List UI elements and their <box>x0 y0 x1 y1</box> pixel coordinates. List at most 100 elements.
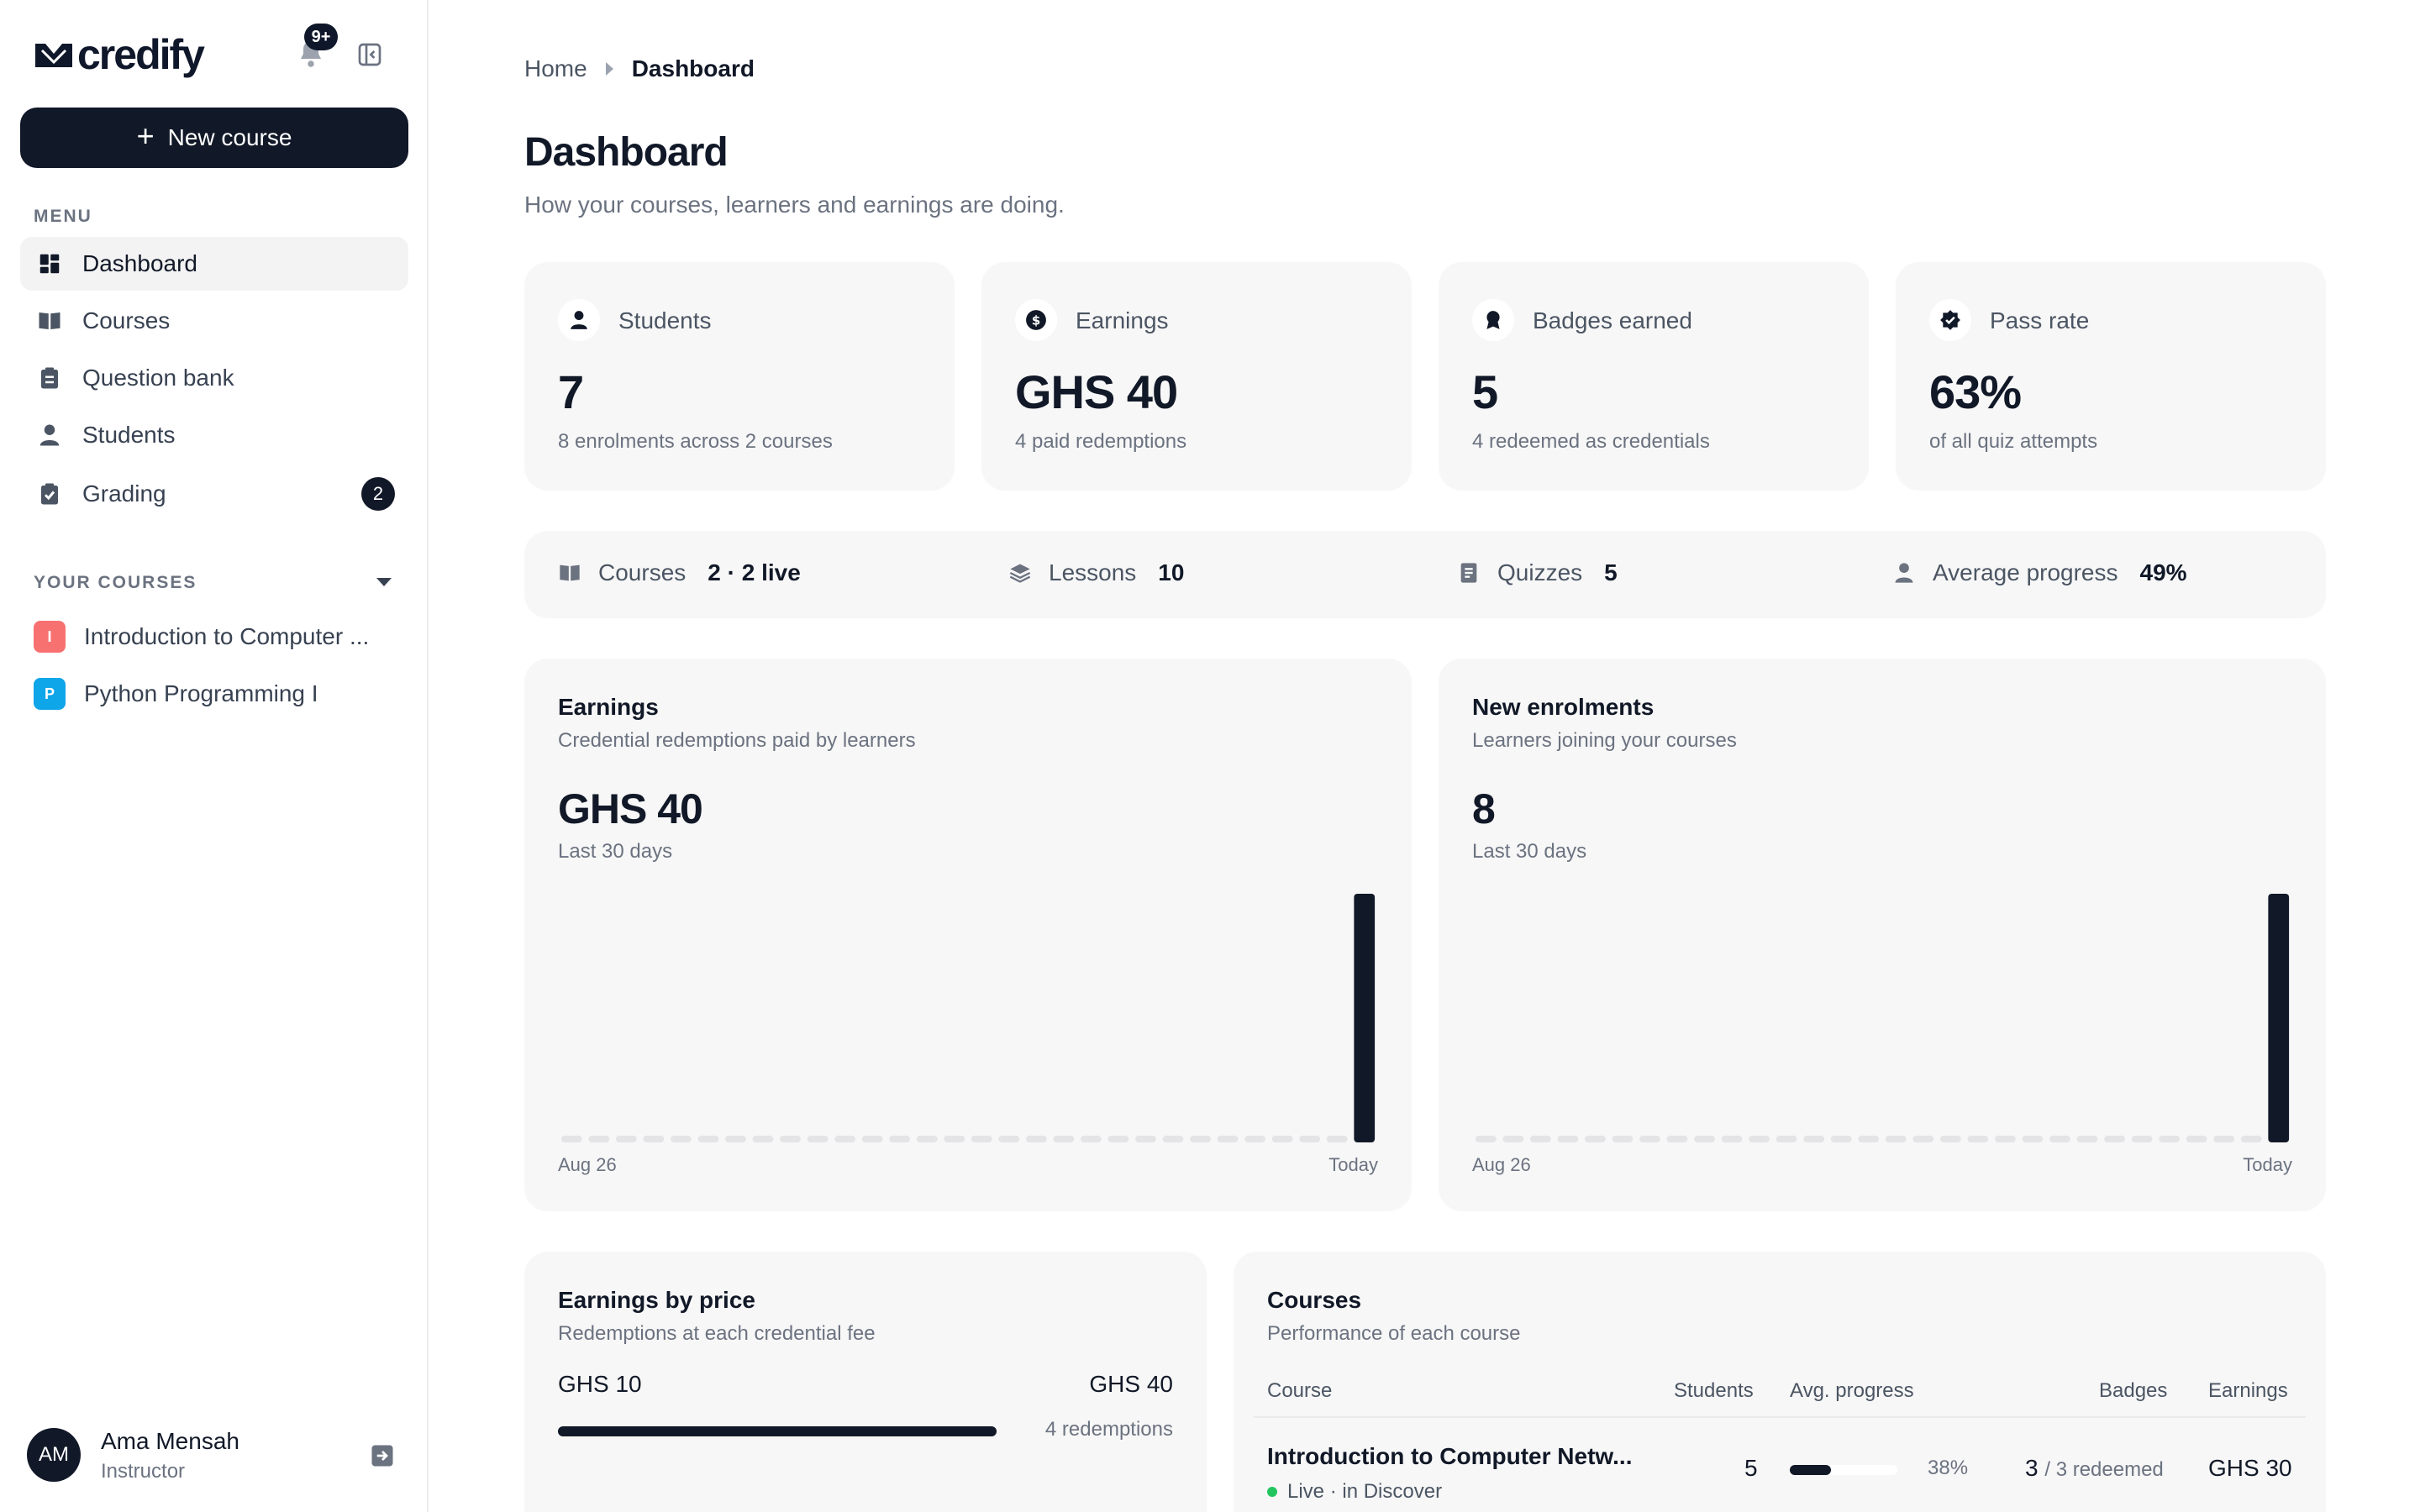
chart-bar <box>1053 1136 1075 1142</box>
panel-subtitle: Performance of each course <box>1267 1322 1521 1345</box>
user-profile[interactable]: AM Ama Mensah Instructor <box>27 1428 397 1485</box>
sidebar-item-students[interactable]: Students <box>20 408 408 462</box>
chart-bar <box>1830 1136 1852 1142</box>
chart-bar <box>944 1136 965 1142</box>
stat-value: GHS 40 <box>1015 365 1178 418</box>
sidebar: credify 9+ + New course MENU Dashboard C… <box>0 0 429 1512</box>
chart-bar <box>725 1136 746 1142</box>
chart-bar <box>643 1136 665 1142</box>
enrolments-total: 8 <box>1472 785 1496 832</box>
panel-range: Last 30 days <box>558 840 673 863</box>
plus-icon: + <box>136 118 155 153</box>
breadcrumb-home-link[interactable]: Home <box>524 55 587 82</box>
column-header-avg-progress[interactable]: Avg. progress <box>1790 1379 1914 1403</box>
chart-bar <box>2076 1136 2098 1142</box>
chart-bar <box>1885 1136 1907 1142</box>
row-badges-redeemed: / 3 redeemed <box>2044 1458 2164 1481</box>
chart-bar <box>2186 1136 2207 1142</box>
chart-bar <box>1081 1136 1102 1142</box>
sidebar-item-courses[interactable]: Courses <box>20 294 408 348</box>
chart-bar <box>1217 1136 1239 1142</box>
brand-logo[interactable]: credify <box>34 30 205 79</box>
svg-text:$: $ <box>1032 312 1041 328</box>
stat-subtext: of all quiz attempts <box>1929 430 2098 453</box>
sidebar-item-dashboard[interactable]: Dashboard <box>20 237 408 291</box>
sidebar-course-item[interactable]: P Python Programming I <box>34 674 403 714</box>
column-header-students[interactable]: Students <box>1674 1379 1754 1403</box>
summary-value: 10 <box>1158 559 1185 585</box>
chart-bar <box>2268 894 2290 1142</box>
earnings-chart-panel: Earnings Credential redemptions paid by … <box>524 659 1412 1211</box>
chevron-down-icon[interactable] <box>376 578 392 586</box>
panel-range: Last 30 days <box>1472 840 1587 863</box>
sidebar-course-label: Python Programming I <box>84 680 318 706</box>
chart-bar <box>1939 1136 1961 1142</box>
chart-bar <box>1912 1136 1934 1142</box>
row-progress-fill <box>1790 1465 1831 1475</box>
clipboard-check-icon <box>41 483 58 505</box>
chevron-right-icon <box>605 62 613 76</box>
chart-bar <box>861 1136 883 1142</box>
chart-bar <box>2049 1136 2070 1142</box>
sidebar-item-grading[interactable]: Grading 2 <box>20 467 408 521</box>
chart-bar <box>1135 1136 1156 1142</box>
collapse-sidebar-icon[interactable] <box>356 41 383 68</box>
sidebar-item-label: Courses <box>82 307 171 333</box>
dollar-icon: $ <box>1026 310 1046 330</box>
chart-bar <box>2159 1136 2180 1142</box>
avatar: AM <box>27 1428 81 1482</box>
sidebar-course-label: Introduction to Computer ... <box>84 623 370 649</box>
enrolments-chart-panel: New enrolments Learners joining your cou… <box>1439 659 2326 1211</box>
row-course-name[interactable]: Introduction to Computer Netw... <box>1267 1443 1632 1470</box>
price-total: GHS 40 <box>1089 1371 1173 1397</box>
chart-bar <box>1803 1136 1825 1142</box>
chart-bar <box>615 1136 637 1142</box>
user-name: Ama Mensah <box>101 1428 239 1454</box>
logout-icon[interactable] <box>370 1443 395 1468</box>
chart-bar <box>1749 1136 1770 1142</box>
chart-bar <box>560 1136 582 1142</box>
chart-bar <box>1475 1136 1497 1142</box>
breadcrumb-current: Dashboard <box>631 55 755 81</box>
sidebar-item-label: Dashboard <box>82 250 197 276</box>
x-axis-start-label: Aug 26 <box>558 1154 617 1175</box>
earnings-bar-chart <box>560 894 1376 1142</box>
stat-label: Badges earned <box>1533 307 1692 333</box>
chart-bar <box>1107 1136 1129 1142</box>
person-icon <box>1895 563 1913 583</box>
summary-item-average-progress: Average progress 49% <box>1892 559 2187 586</box>
stat-label: Pass rate <box>1990 307 2090 333</box>
new-course-button[interactable]: + New course <box>20 108 408 168</box>
sidebar-item-question-bank[interactable]: Question bank <box>20 351 408 405</box>
chart-bar <box>1354 894 1376 1142</box>
grading-count-badge: 2 <box>361 477 395 511</box>
summary-item-courses: Courses 2 · 2 live <box>558 559 801 586</box>
summary-value: 5 <box>1604 559 1618 585</box>
chart-bar <box>1299 1136 1321 1142</box>
stat-subtext: 4 redeemed as credentials <box>1472 430 1710 453</box>
summary-item-lessons: Lessons 10 <box>1008 559 1184 586</box>
summary-label: Average progress <box>1933 559 2118 585</box>
row-earnings: GHS 30 <box>2208 1455 2292 1481</box>
notification-badge: 9+ <box>304 24 338 50</box>
sidebar-course-item[interactable]: I Introduction to Computer ... <box>34 617 403 657</box>
stat-icon-wrap <box>1472 299 1514 341</box>
stat-card-earnings: $ Earnings GHS 40 4 paid redemptions <box>981 262 1412 491</box>
stat-card-badges: Badges earned 5 4 redeemed as credential… <box>1439 262 1869 491</box>
live-status-dot <box>1267 1487 1277 1497</box>
column-header-course[interactable]: Course <box>1267 1379 1332 1403</box>
chart-bar <box>1271 1136 1293 1142</box>
column-header-badges[interactable]: Badges <box>2099 1379 2167 1403</box>
chart-bar <box>916 1136 938 1142</box>
table-divider <box>1254 1416 2306 1418</box>
your-courses-label: YOUR COURSES <box>34 573 197 592</box>
row-progress-label: 38% <box>1928 1457 1969 1479</box>
chart-bar <box>1967 1136 1989 1142</box>
earnings-total: GHS 40 <box>558 785 703 832</box>
stat-card-pass-rate: Pass rate 63% of all quiz attempts <box>1896 262 2326 491</box>
sidebar-item-label: Students <box>82 422 176 448</box>
chart-bar <box>1244 1136 1265 1142</box>
column-header-earnings[interactable]: Earnings <box>2208 1379 2288 1403</box>
chart-bar <box>1995 1136 2016 1142</box>
stat-card-students: Students 7 8 enrolments across 2 courses <box>524 262 955 491</box>
